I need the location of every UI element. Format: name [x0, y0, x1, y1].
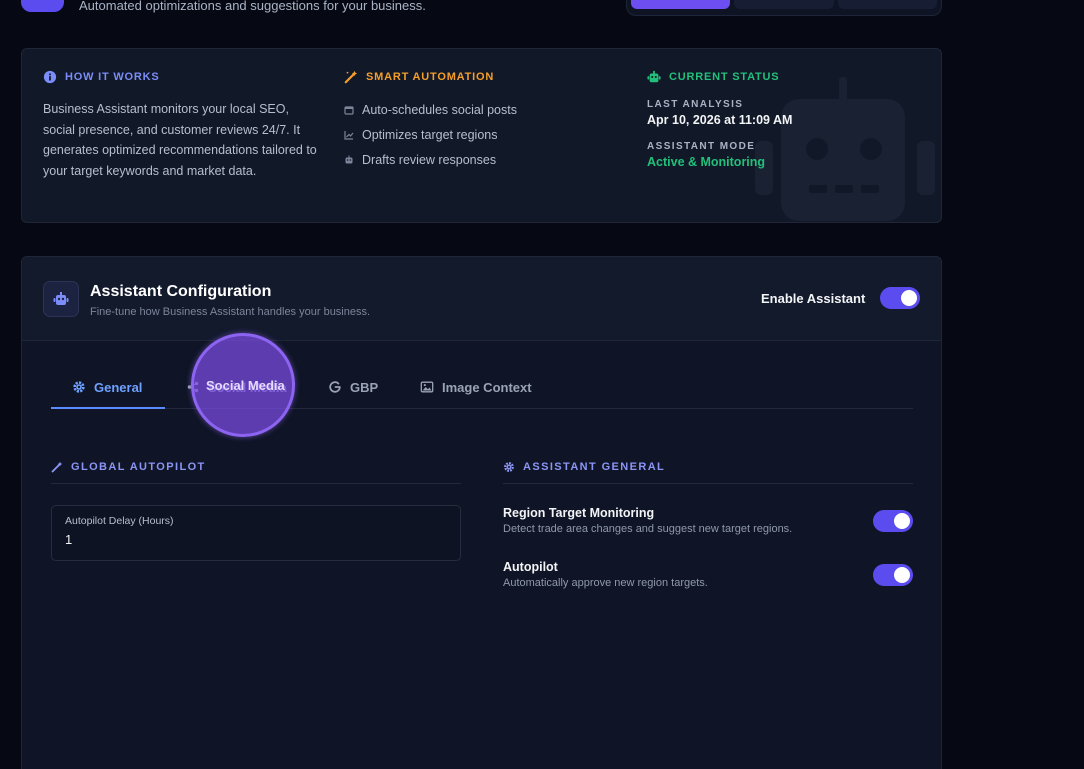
- config-header: Assistant Configuration Fine-tune how Bu…: [22, 257, 941, 341]
- setting-title: Region Target Monitoring: [503, 506, 655, 520]
- image-icon: [420, 381, 434, 393]
- region-target-monitoring-setting: Region Target Monitoring Detect trade ar…: [503, 506, 913, 535]
- assistant-general-heading: ASSISTANT GENERAL: [503, 461, 665, 473]
- assistant-mode-block: ASSISTANT MODE Active & Monitoring: [647, 141, 927, 169]
- autopilot-toggle[interactable]: [873, 564, 913, 586]
- magic-wand-icon: [51, 461, 63, 473]
- automation-feature-list: Auto-schedules social posts Optimizes ta…: [344, 97, 624, 172]
- last-analysis-label: LAST ANALYSIS: [647, 99, 744, 110]
- robot-icon: [345, 155, 353, 163]
- config-robot-badge: [43, 281, 79, 317]
- top-tab-3[interactable]: [837, 0, 937, 9]
- autopilot-delay-label: Autopilot Delay (Hours): [65, 515, 174, 527]
- info-card: HOW IT WORKS Business Assistant monitors…: [21, 48, 942, 223]
- config-subtitle: Fine-tune how Business Assistant handles…: [90, 306, 371, 318]
- global-autopilot-heading: GLOBAL AUTOPILOT: [51, 461, 206, 473]
- current-status-column: CURRENT STATUS LAST ANALYSIS Apr 10, 202…: [647, 69, 927, 169]
- tab-general[interactable]: General: [72, 365, 142, 409]
- calendar-icon: [344, 105, 354, 115]
- setting-title: Autopilot: [503, 560, 558, 574]
- list-item: Auto-schedules social posts: [344, 97, 624, 122]
- robot-icon: [647, 70, 661, 83]
- toggle-knob: [901, 290, 917, 306]
- tab-gbp[interactable]: GBP: [328, 365, 378, 409]
- last-analysis-block: LAST ANALYSIS Apr 10, 2026 at 11:09 AM: [647, 99, 927, 127]
- current-status-heading: CURRENT STATUS: [647, 69, 927, 85]
- enable-assistant-label: Enable Assistant: [761, 291, 866, 306]
- robot-icon: [53, 292, 69, 305]
- list-item: Drafts review responses: [344, 147, 624, 172]
- autopilot-setting: Autopilot Automatically approve new regi…: [503, 560, 913, 589]
- autopilot-delay-input[interactable]: [65, 532, 447, 547]
- top-tab-1[interactable]: [631, 0, 731, 9]
- list-item: Optimizes target regions: [344, 122, 624, 147]
- config-tabs: General Social Media GBP Image Context: [51, 365, 913, 409]
- region-target-monitoring-toggle[interactable]: [873, 510, 913, 532]
- how-it-works-column: HOW IT WORKS Business Assistant monitors…: [43, 69, 323, 181]
- setting-description: Automatically approve new region targets…: [503, 577, 708, 589]
- section-divider: [503, 483, 913, 484]
- active-tab-indicator: [51, 407, 165, 409]
- last-analysis-value: Apr 10, 2026 at 11:09 AM: [647, 113, 793, 127]
- smart-automation-column: SMART AUTOMATION Auto-schedules social p…: [344, 69, 624, 172]
- page-subtitle: Automated optimizations and suggestions …: [79, 0, 426, 13]
- enable-assistant-toggle[interactable]: [880, 287, 920, 309]
- section-divider: [51, 483, 461, 484]
- toggle-knob: [894, 567, 910, 583]
- assistant-configuration-card: Assistant Configuration Fine-tune how Bu…: [21, 256, 942, 769]
- magic-wand-icon: [344, 70, 358, 84]
- tab-image-context[interactable]: Image Context: [420, 365, 532, 409]
- gear-icon: [504, 462, 514, 472]
- tab-social-media[interactable]: Social Media: [186, 365, 287, 409]
- assistant-mode-label: ASSISTANT MODE: [647, 141, 756, 152]
- assistant-mode-value: Active & Monitoring: [647, 155, 766, 169]
- toggle-knob: [894, 513, 910, 529]
- share-icon: [187, 381, 199, 393]
- google-icon: [329, 381, 341, 393]
- autopilot-delay-field[interactable]: Autopilot Delay (Hours): [51, 505, 461, 561]
- smart-automation-heading: SMART AUTOMATION: [344, 69, 624, 85]
- app-logo: [21, 0, 64, 12]
- chart-icon: [344, 130, 354, 140]
- how-it-works-text: Business Assistant monitors your local S…: [43, 102, 317, 178]
- setting-description: Detect trade area changes and suggest ne…: [503, 523, 793, 535]
- how-it-works-heading: HOW IT WORKS: [43, 69, 323, 85]
- top-tab-bar: [626, 0, 942, 16]
- top-tab-2[interactable]: [734, 0, 834, 9]
- info-icon: [43, 70, 57, 84]
- gear-icon: [73, 381, 85, 393]
- config-title: Assistant Configuration: [90, 283, 272, 300]
